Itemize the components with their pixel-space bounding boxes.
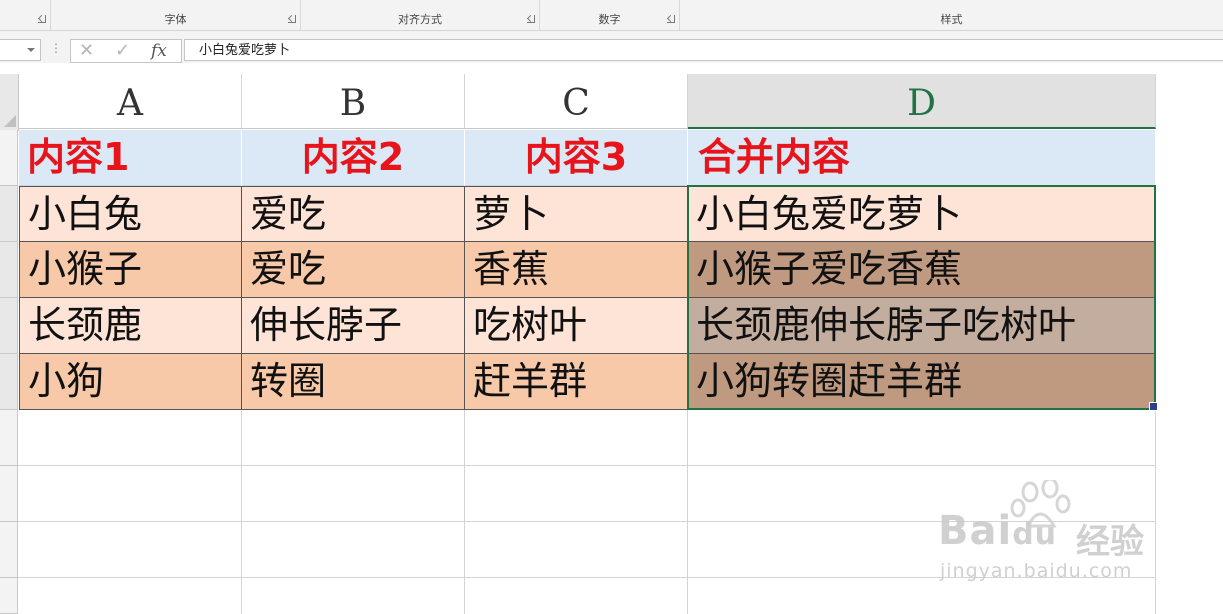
- watermark: Baidu 经验 jingyan.baidu.com: [938, 480, 1178, 590]
- cell-a3[interactable]: 小猴子: [19, 242, 242, 298]
- enter-check-icon[interactable]: ✓: [115, 41, 130, 61]
- cell-a5[interactable]: 小狗: [19, 354, 242, 410]
- cell-b3[interactable]: 爱吃: [242, 242, 465, 298]
- insert-function-icon[interactable]: fx: [151, 40, 167, 62]
- alignment-dialog-launcher-icon[interactable]: [527, 15, 535, 23]
- ribbon-group-styles: 样式: [680, 0, 1223, 30]
- chevron-down-icon[interactable]: [27, 48, 35, 52]
- cell-c1[interactable]: 内容3: [465, 130, 688, 186]
- row-header[interactable]: [0, 242, 18, 298]
- cell-a2[interactable]: 小白兔: [19, 186, 242, 242]
- row-header[interactable]: [0, 354, 18, 410]
- ribbon-group-label: 数字: [598, 13, 621, 26]
- formula-bar: ⋮ ✕ ✓ fx 小白兔爱吃萝卜: [0, 31, 1223, 63]
- cell-c2[interactable]: 萝卜: [465, 186, 688, 242]
- ribbon-group-font: 字体: [51, 0, 301, 30]
- ribbon-group-number: 数字: [540, 0, 680, 30]
- dialog-launcher-icon[interactable]: [38, 15, 46, 23]
- row-header[interactable]: [0, 130, 18, 186]
- watermark-cn: 经验: [1076, 522, 1144, 562]
- ribbon-group-label: 对齐方式: [398, 13, 442, 26]
- ribbon: 字体 对齐方式 数字 样式: [0, 0, 1223, 31]
- ribbon-group-alignment: 对齐方式: [301, 0, 540, 30]
- cell-d1[interactable]: 合并内容: [688, 130, 1156, 186]
- gridline: [18, 465, 1156, 466]
- watermark-url: jingyan.baidu.com: [940, 560, 1133, 582]
- cell-d5[interactable]: 小狗转圈赶羊群: [688, 354, 1156, 410]
- fill-handle[interactable]: [1149, 402, 1158, 411]
- ribbon-group-clipboard: [0, 0, 51, 30]
- cell-c4[interactable]: 吃树叶: [465, 298, 688, 354]
- font-dialog-launcher-icon[interactable]: [288, 15, 296, 23]
- cell-c5[interactable]: 赶羊群: [465, 354, 688, 410]
- cell-b5[interactable]: 转圈: [242, 354, 465, 410]
- row-header[interactable]: [0, 578, 18, 614]
- resize-handle-icon[interactable]: ⋮: [50, 42, 62, 54]
- gridline: [464, 410, 465, 614]
- row-header[interactable]: [0, 522, 18, 578]
- formula-input[interactable]: 小白兔爱吃萝卜: [184, 39, 1223, 61]
- column-header-a[interactable]: A: [19, 74, 242, 129]
- watermark-brand: Baidu: [938, 508, 1058, 554]
- row-header[interactable]: [0, 186, 18, 242]
- ribbon-group-label: 样式: [940, 13, 963, 26]
- cell-b1[interactable]: 内容2: [242, 130, 465, 186]
- column-header-b[interactable]: B: [242, 74, 465, 129]
- cell-d4[interactable]: 长颈鹿伸长脖子吃树叶: [688, 298, 1156, 354]
- gridline: [687, 410, 688, 614]
- column-header-d[interactable]: D: [688, 74, 1156, 129]
- row-header[interactable]: [0, 410, 18, 466]
- number-dialog-launcher-icon[interactable]: [667, 15, 675, 23]
- row-header[interactable]: [0, 466, 18, 522]
- cell-d2[interactable]: 小白兔爱吃萝卜: [688, 186, 1156, 242]
- formula-buttons: ✕ ✓ fx: [70, 39, 182, 63]
- name-box[interactable]: [0, 39, 41, 61]
- cell-a4[interactable]: 长颈鹿: [19, 298, 242, 354]
- column-header-c[interactable]: C: [465, 74, 688, 129]
- cell-b2[interactable]: 爱吃: [242, 186, 465, 242]
- ribbon-group-label: 字体: [164, 13, 187, 26]
- cell-c3[interactable]: 香蕉: [465, 242, 688, 298]
- cell-d3[interactable]: 小猴子爱吃香蕉: [688, 242, 1156, 298]
- cancel-icon[interactable]: ✕: [79, 41, 94, 61]
- row-header[interactable]: [0, 298, 18, 354]
- select-all-corner[interactable]: [0, 74, 19, 131]
- gridline: [241, 410, 242, 614]
- cell-a1[interactable]: 内容1: [19, 130, 242, 186]
- cell-b4[interactable]: 伸长脖子: [242, 298, 465, 354]
